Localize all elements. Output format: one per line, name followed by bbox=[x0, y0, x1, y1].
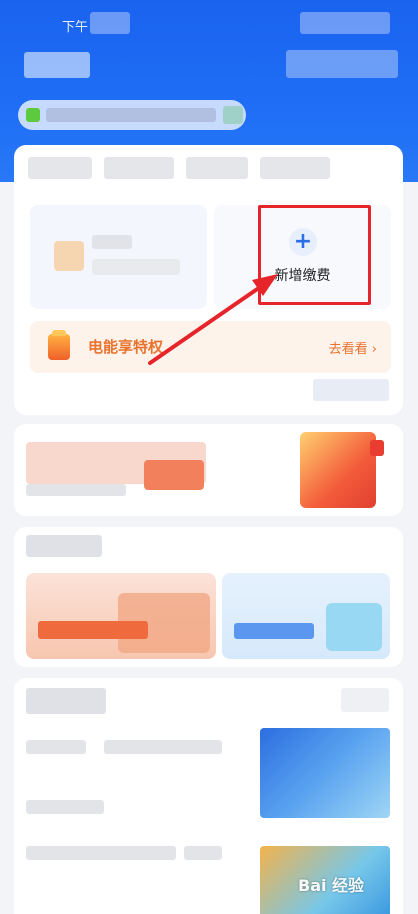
status-icons-blur bbox=[300, 12, 390, 34]
existing-payment-tile[interactable] bbox=[30, 205, 207, 309]
news-item-1-tag bbox=[26, 740, 86, 754]
activity-banner-right[interactable] bbox=[222, 573, 390, 659]
activity-label-right bbox=[234, 623, 314, 639]
account-pill[interactable] bbox=[18, 100, 246, 130]
status-blur bbox=[90, 12, 130, 34]
gift-icon bbox=[48, 330, 70, 360]
activities-card bbox=[14, 527, 403, 667]
news-more-blur[interactable] bbox=[341, 688, 389, 712]
card-footer-blur[interactable] bbox=[313, 379, 389, 401]
promo-card[interactable] bbox=[14, 424, 403, 516]
header-actions[interactable] bbox=[286, 50, 398, 78]
tab-1[interactable] bbox=[28, 157, 92, 179]
tab-2[interactable] bbox=[104, 157, 174, 179]
tab-3[interactable] bbox=[186, 157, 248, 179]
news-item-1-meta bbox=[26, 800, 104, 814]
chevron-right-icon: › bbox=[371, 342, 377, 357]
account-text-blur bbox=[46, 108, 216, 122]
close-icon[interactable] bbox=[370, 440, 384, 456]
promo-subtext-blur bbox=[26, 484, 126, 496]
news-item-2-title[interactable] bbox=[26, 846, 176, 860]
promo-link-text: 去看看 bbox=[328, 342, 368, 357]
promo-image bbox=[300, 432, 376, 508]
city-selector[interactable] bbox=[24, 52, 90, 78]
news-item-1-thumbnail[interactable] bbox=[260, 728, 390, 818]
payment-type-label-blur bbox=[92, 235, 132, 249]
promo-title: 电能享特权 bbox=[88, 338, 164, 356]
news-item-1-title[interactable] bbox=[104, 740, 222, 754]
promo-link[interactable]: 去看看 › bbox=[329, 338, 377, 357]
activity-banner-left[interactable] bbox=[26, 573, 216, 659]
status-time: 下午 bbox=[62, 20, 89, 35]
payment-account-blur bbox=[92, 259, 180, 275]
promo-button-blur[interactable] bbox=[144, 460, 204, 490]
tab-4[interactable] bbox=[260, 157, 330, 179]
account-tag-blur bbox=[223, 106, 243, 124]
watermark: Bai 经验 bbox=[298, 876, 365, 895]
activity-label-left bbox=[38, 621, 148, 639]
payment-type-icon bbox=[54, 241, 84, 271]
news-title-blur bbox=[26, 688, 106, 714]
activity-image-right bbox=[326, 603, 382, 651]
activities-title-blur bbox=[26, 535, 102, 557]
news-item-2-tag bbox=[184, 846, 222, 860]
electricity-privilege-banner[interactable]: 电能享特权 去看看 › bbox=[30, 321, 391, 373]
service-tabs bbox=[28, 157, 330, 183]
highlight-box bbox=[258, 205, 371, 305]
account-icon bbox=[26, 108, 40, 122]
